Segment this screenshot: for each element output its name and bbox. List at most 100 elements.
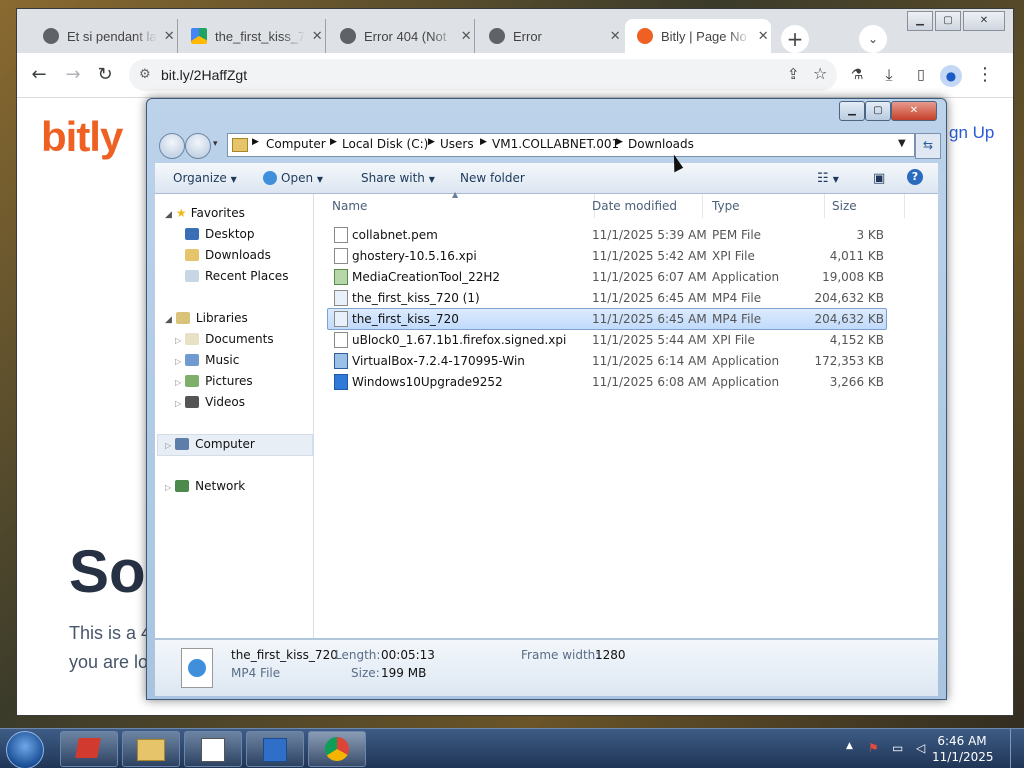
profile-avatar[interactable]: ● [939,63,963,87]
expand-arrow-icon[interactable]: ▷ [165,483,171,492]
taskbar-explorer[interactable] [122,731,180,767]
side-panel-icon[interactable]: ▯ [909,63,933,87]
new-folder-button[interactable]: New folder [460,171,525,185]
share-with-menu[interactable]: Share with ▼ [361,171,435,185]
crumb-computer[interactable]: Computer [266,137,326,151]
explorer-maximize-button[interactable]: ▢ [865,101,891,121]
expand-arrow-icon[interactable]: ▷ [175,336,181,345]
file-row[interactable]: ghostery-10.5.16.xpi 11/1/2025 5:42 AM X… [328,246,886,266]
column-size[interactable]: Size [826,194,905,218]
crumb-downloads[interactable]: Downloads [628,137,694,151]
back-arrow-icon[interactable]: ← [27,63,51,87]
crumb-separator-icon[interactable]: ▶ [330,137,337,147]
nav-desktop[interactable]: Desktop [185,227,255,241]
show-hidden-icons-icon[interactable]: ▲ [846,741,853,751]
close-tab-icon[interactable]: ✕ [458,28,474,44]
nav-downloads[interactable]: Downloads [185,248,271,262]
nav-favorites[interactable]: ◢ ★ Favorites [165,206,245,220]
preview-pane-icon[interactable]: ▣ [873,171,885,186]
site-info-icon[interactable]: ⚙ [139,67,151,82]
crumb-separator-icon[interactable]: ▶ [252,137,259,147]
crumb-users[interactable]: Users [440,137,474,151]
close-tab-icon[interactable]: ✕ [755,28,771,44]
share-icon[interactable]: ⇪ [787,65,800,83]
expand-arrow-icon[interactable]: ▷ [165,441,171,450]
crumb-separator-icon[interactable]: ▶ [616,137,623,147]
explorer-back-icon[interactable] [159,133,185,159]
collapse-arrow-icon[interactable]: ◢ [165,315,172,325]
file-row[interactable]: uBlock0_1.67.1b1.firefox.signed.xpi 11/1… [328,330,886,350]
file-row[interactable]: collabnet.pem 11/1/2025 5:39 AM PEM File… [328,225,886,245]
nav-network[interactable]: ▷ Network [165,479,245,493]
file-row[interactable]: the_first_kiss_720 (1) 11/1/2025 6:45 AM… [328,288,886,308]
show-desktop-button[interactable] [1010,729,1024,768]
collapse-arrow-icon[interactable]: ◢ [165,210,172,220]
address-dropdown-icon[interactable]: ▼ [898,138,906,149]
crumb-local-disk[interactable]: Local Disk (C:) [342,137,428,151]
minimize-button[interactable]: ▁ [907,11,933,31]
open-menu[interactable]: Open ▼ [263,171,323,185]
organize-menu[interactable]: Organize ▼ [173,171,237,185]
file-row-selected[interactable]: the_first_kiss_720 11/1/2025 6:45 AM MP4… [327,308,887,330]
nav-videos[interactable]: ▷ Videos [175,395,245,409]
bitly-logo[interactable]: bitly [41,113,123,161]
tab-4[interactable]: Error ✕ [477,19,623,53]
close-tab-icon[interactable]: ✕ [607,28,623,44]
nav-recent-places[interactable]: Recent Places [185,269,288,283]
menu-kebab-icon[interactable]: ⋮ [973,63,997,87]
address-bar[interactable]: ⚙ bit.ly/2HaffZgt ⇪ ☆ [129,59,837,91]
reload-icon[interactable]: ↻ [93,63,117,87]
tab-2[interactable]: the_first_kiss_7 ✕ [179,19,326,53]
system-clock[interactable]: 6:46 AM 11/1/2025 [932,733,994,765]
recent-pages-chevron-icon[interactable]: ▾ [213,139,218,149]
column-name[interactable]: Name [322,194,595,218]
tab-search-chevron-icon[interactable]: ⌄ [859,25,887,53]
taskbar-app-3[interactable] [184,731,242,767]
bookmark-star-icon[interactable]: ☆ [813,64,827,83]
new-tab-button[interactable]: + [781,25,809,53]
close-tab-icon[interactable]: ✕ [309,28,325,44]
file-row[interactable]: MediaCreationTool_22H2 11/1/2025 6:07 AM… [328,267,886,287]
column-date-modified[interactable]: Date modified [586,194,703,218]
nav-computer[interactable]: ▷ Computer [165,437,255,451]
crumb-separator-icon[interactable]: ▶ [428,137,435,147]
nav-music[interactable]: ▷ Music [175,353,239,367]
taskbar-chrome[interactable] [308,731,366,767]
close-tab-icon[interactable]: ✕ [161,28,177,44]
action-center-flag-icon[interactable]: ⚑ [868,741,879,755]
view-options-icon[interactable]: ☷ ▼ [817,171,839,186]
explorer-forward-icon[interactable] [185,133,211,159]
sign-up-link[interactable]: gn Up [949,123,994,143]
refresh-icon[interactable]: ⇆ [915,133,941,159]
expand-arrow-icon[interactable]: ▷ [175,399,181,408]
maximize-button[interactable]: ▢ [935,11,961,31]
file-row[interactable]: VirtualBox-7.2.4-170995-Win 11/1/2025 6:… [328,351,886,371]
start-button-windows-icon[interactable] [6,731,44,768]
help-icon[interactable]: ? [907,169,923,185]
download-icon[interactable]: ⤓ [877,63,901,87]
explorer-address-bar[interactable]: ▶ Computer ▶ Local Disk (C:) ▶ Users ▶ V… [227,133,915,157]
nav-libraries[interactable]: ◢ Libraries [165,311,248,325]
labs-flask-icon[interactable]: ⚗ [845,63,869,87]
crumb-user-folder[interactable]: VM1.COLLABNET.001 [492,137,619,151]
forward-arrow-icon[interactable]: → [61,63,85,87]
file-date: 11/1/2025 6:45 AM [592,291,707,305]
crumb-separator-icon[interactable]: ▶ [480,137,487,147]
column-type[interactable]: Type [706,194,825,218]
explorer-minimize-button[interactable]: ▁ [839,101,865,121]
file-row[interactable]: Windows10Upgrade9252 11/1/2025 6:08 AM A… [328,372,886,392]
explorer-close-button[interactable]: ✕ [891,101,937,121]
tab-3[interactable]: Error 404 (Not ✕ [328,19,475,53]
close-window-button[interactable]: ✕ [963,11,1005,31]
nav-documents[interactable]: ▷ Documents [175,332,274,346]
expand-arrow-icon[interactable]: ▷ [175,378,181,387]
tab-1[interactable]: Et si pendant la ✕ [31,19,178,53]
nav-pictures[interactable]: ▷ Pictures [175,374,253,388]
tab-5-active[interactable]: Bitly | Page No ✕ [625,19,771,53]
folder-icon [137,739,165,761]
expand-arrow-icon[interactable]: ▷ [175,357,181,366]
volume-muted-icon[interactable]: ◁ [916,741,925,755]
network-tray-icon[interactable]: ▭ [892,741,903,755]
taskbar-app-1[interactable] [60,731,118,767]
taskbar-app-4[interactable] [246,731,304,767]
